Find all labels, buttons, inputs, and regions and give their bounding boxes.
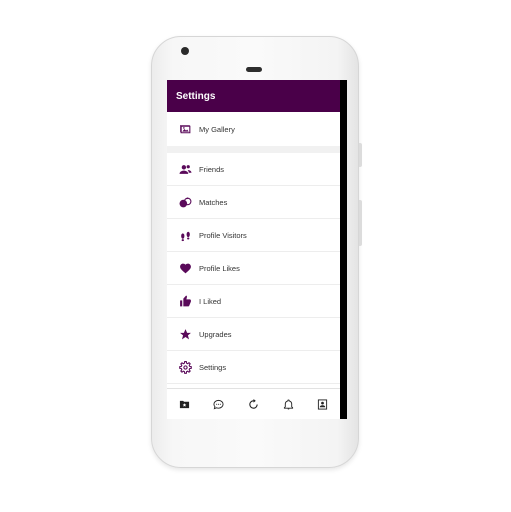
menu-item-label: Settings bbox=[199, 362, 227, 372]
power-button bbox=[359, 143, 362, 167]
menu-item-i-liked[interactable]: I Liked bbox=[167, 285, 340, 318]
app-window: Settings My Gallery Friends Matches Prof… bbox=[167, 80, 340, 419]
front-camera bbox=[181, 47, 189, 55]
menu-item-label: Friends bbox=[199, 164, 225, 174]
menu-item-label: Upgrades bbox=[199, 329, 232, 339]
folder-star-icon[interactable] bbox=[178, 398, 190, 410]
profile-card-icon[interactable] bbox=[317, 398, 329, 410]
volume-button bbox=[359, 200, 362, 246]
matches-icon bbox=[178, 195, 192, 209]
menu-item-matches[interactable]: Matches bbox=[167, 186, 340, 219]
chat-icon[interactable] bbox=[213, 398, 225, 410]
menu-item-upgrades[interactable]: Upgrades bbox=[167, 318, 340, 351]
gear-icon bbox=[178, 360, 192, 374]
menu-item-my-gallery[interactable]: My Gallery bbox=[167, 112, 340, 146]
bell-icon[interactable] bbox=[282, 398, 294, 410]
friends-icon bbox=[178, 162, 192, 176]
menu-item-label: Profile Likes bbox=[199, 263, 240, 273]
menu-item-profile-visitors[interactable]: Profile Visitors bbox=[167, 219, 340, 252]
gallery-icon bbox=[178, 122, 192, 136]
menu-item-friends[interactable]: Friends bbox=[167, 153, 340, 186]
star-icon bbox=[178, 327, 192, 341]
menu-item-label: Profile Visitors bbox=[199, 230, 247, 240]
thumbs-up-icon bbox=[178, 294, 192, 308]
menu-item-settings[interactable]: Settings bbox=[167, 351, 340, 384]
phone-screen: Settings My Gallery Friends Matches Prof… bbox=[167, 80, 347, 419]
app-bar: Settings bbox=[167, 80, 340, 112]
refresh-icon[interactable] bbox=[247, 398, 259, 410]
bottom-nav bbox=[167, 388, 340, 419]
footprints-icon bbox=[178, 228, 192, 242]
menu-item-label: Matches bbox=[199, 197, 228, 207]
heart-icon bbox=[178, 261, 192, 275]
menu-item-label: My Gallery bbox=[199, 124, 235, 134]
earpiece-speaker bbox=[246, 67, 262, 72]
page-title: Settings bbox=[176, 90, 216, 102]
section-divider bbox=[167, 146, 340, 153]
menu-item-profile-likes[interactable]: Profile Likes bbox=[167, 252, 340, 285]
menu-item-label: I Liked bbox=[199, 296, 222, 306]
